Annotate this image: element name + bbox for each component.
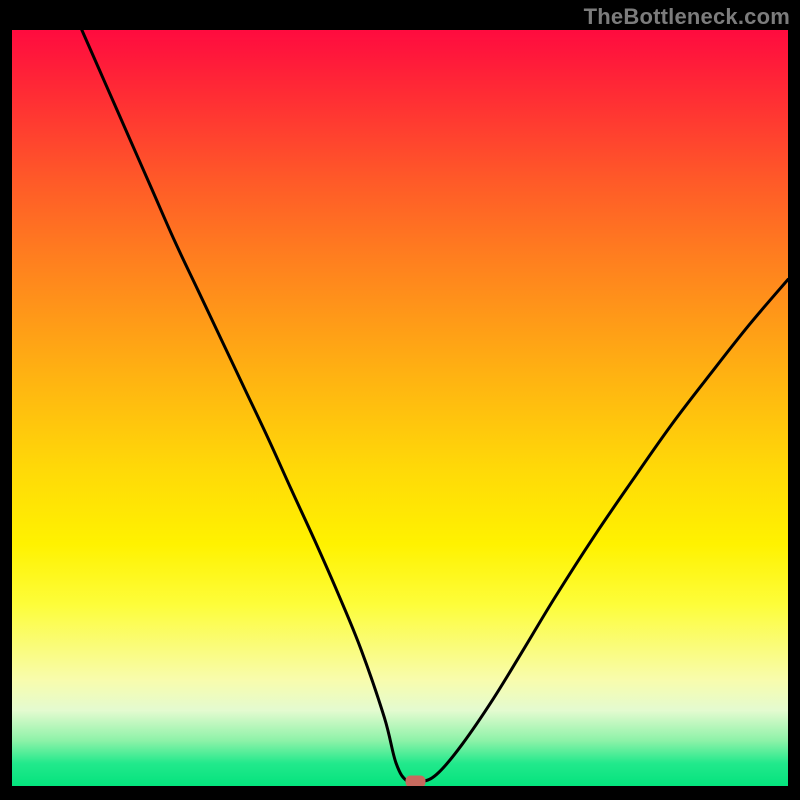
- chart-frame: TheBottleneck.com: [0, 0, 800, 800]
- optimum-marker: [406, 775, 426, 786]
- plot-area: [12, 30, 788, 786]
- watermark-text: TheBottleneck.com: [584, 4, 790, 30]
- bottleneck-curve: [82, 30, 788, 783]
- curve-svg: [12, 30, 788, 786]
